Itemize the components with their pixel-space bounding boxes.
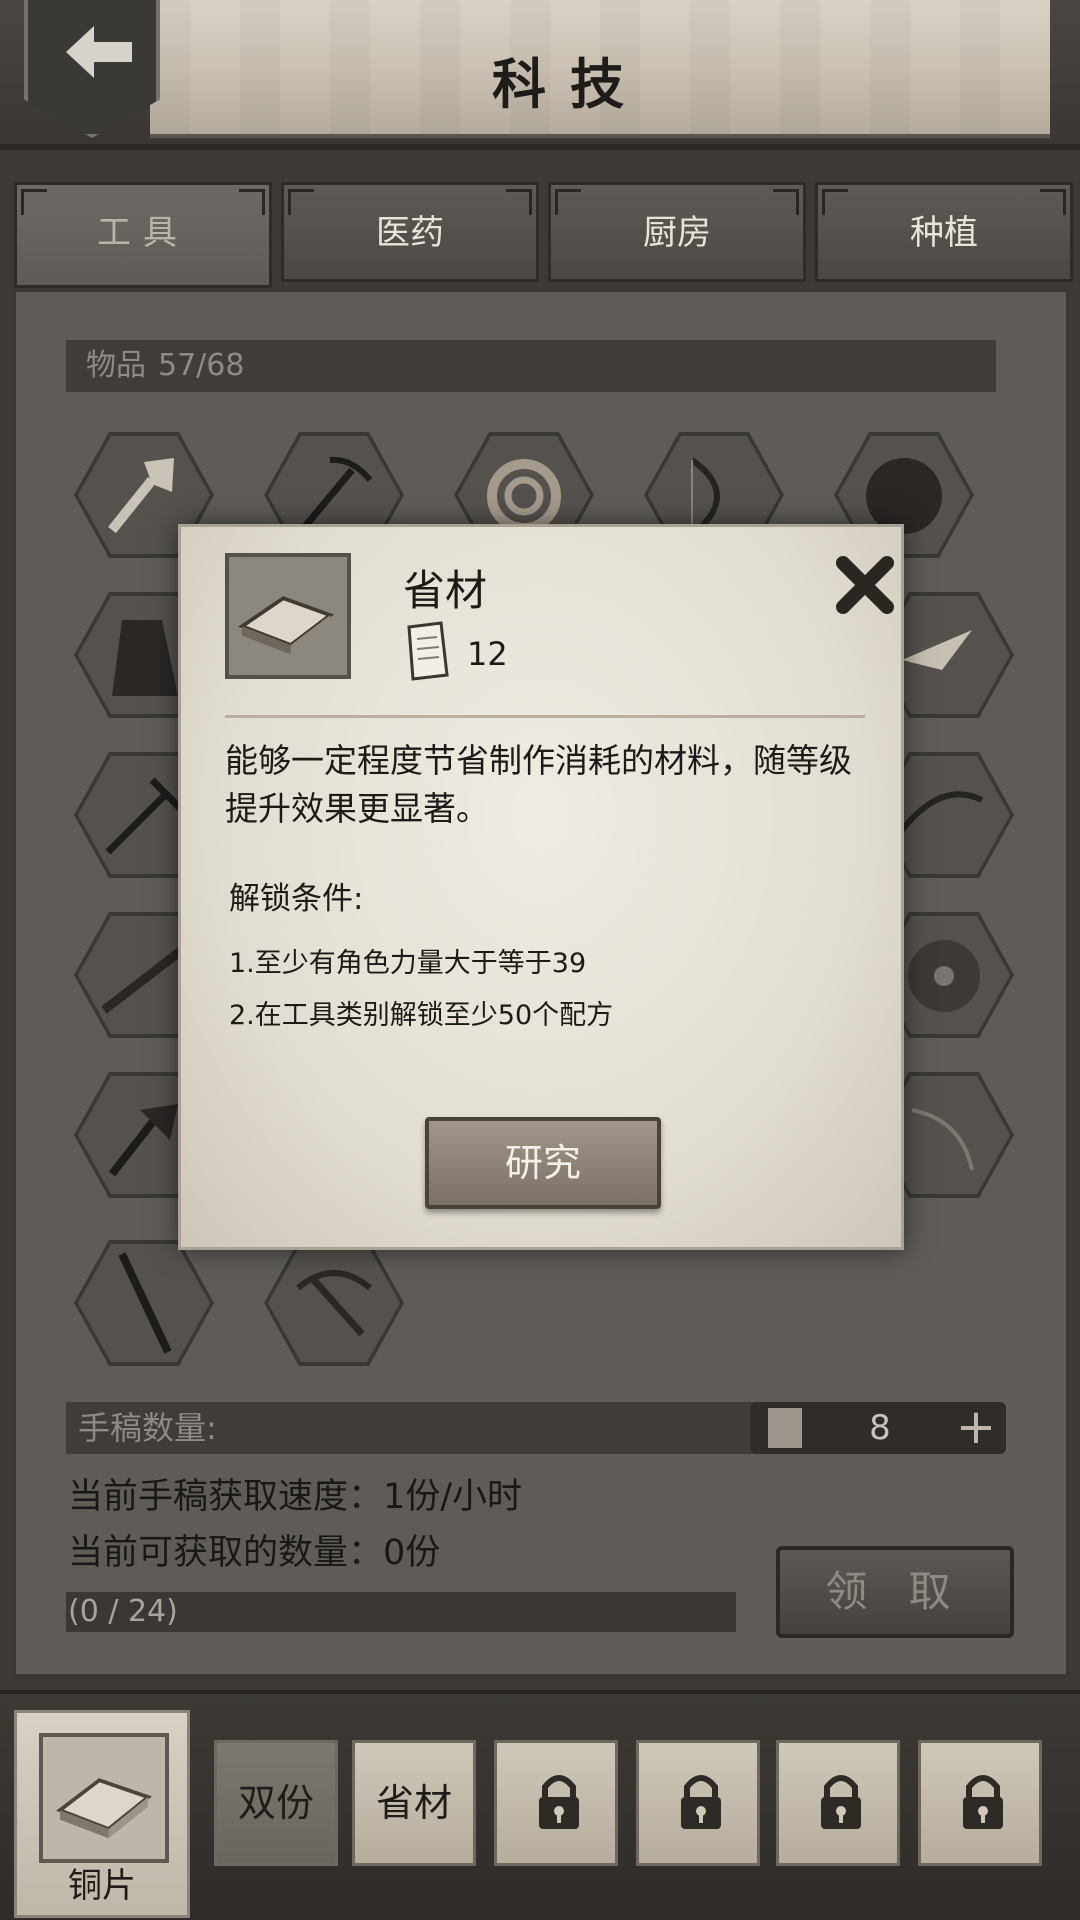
manuscript-icon	[407, 621, 449, 681]
tab-medicine[interactable]: 医药	[281, 182, 539, 282]
copper-plate-icon	[225, 553, 351, 679]
manuscript-bar: 手稿数量:	[66, 1402, 766, 1454]
slot-double-label: 双份	[237, 1781, 314, 1825]
slot-save-material[interactable]: 省材	[352, 1740, 476, 1866]
slot-locked-4[interactable]	[918, 1740, 1042, 1866]
back-button[interactable]	[24, 0, 160, 138]
lock-icon	[963, 1775, 1003, 1829]
unlock-condition-2: 2.在工具类别解锁至少50个配方	[229, 1000, 614, 1031]
dialog-title: 省材	[403, 566, 488, 615]
items-label: 物品	[86, 348, 146, 383]
tech-detail-dialog: 省材 12 能够一定程度节省制作消耗的材料，随等级提升效果更显著。 解锁条件: …	[178, 524, 904, 1250]
dialog-cost: 12	[467, 635, 508, 673]
slot-save-material-label: 省材	[375, 1781, 452, 1825]
slot-locked-1[interactable]	[494, 1740, 618, 1866]
available-line: 当前可获取的数量：0份	[68, 1533, 441, 1573]
unlock-condition-1: 1.至少有角色力量大于等于39	[229, 948, 587, 979]
unlock-conditions-title: 解锁条件:	[229, 881, 364, 917]
dialog-divider	[225, 715, 865, 718]
items-count: 57/68	[158, 348, 245, 383]
slot-double[interactable]: 双份	[214, 1740, 338, 1866]
slot-locked-2[interactable]	[636, 1740, 760, 1866]
lock-icon	[821, 1775, 861, 1829]
tech-item-crossbow[interactable]	[264, 1240, 404, 1366]
claim-button[interactable]: 领 取	[776, 1546, 1014, 1638]
crossbow-icon	[296, 1270, 372, 1337]
tab-planting-label: 种植	[910, 213, 978, 253]
tab-kitchen-label: 厨房	[643, 213, 711, 253]
lock-icon	[539, 1775, 579, 1829]
lock-icon	[681, 1775, 721, 1829]
manuscript-doc-icon	[768, 1408, 802, 1448]
manuscript-counter: 8 +	[750, 1402, 1006, 1454]
main-slot-copper[interactable]: 铜片	[14, 1710, 190, 1918]
manuscript-count: 8	[869, 1408, 891, 1448]
add-manuscript-button[interactable]: +	[954, 1403, 998, 1451]
items-count-bar: 物品 57/68	[66, 340, 996, 392]
header: 科技	[0, 0, 1080, 150]
spear-icon	[118, 1252, 172, 1354]
tab-kitchen[interactable]: 厨房	[548, 182, 806, 282]
tech-item-spear[interactable]	[74, 1240, 214, 1366]
rate-line: 当前手稿获取速度：1份/小时	[68, 1477, 523, 1517]
page-title: 科技	[492, 53, 648, 116]
tab-planting[interactable]: 种植	[815, 182, 1073, 282]
dialog-description: 能够一定程度节省制作消耗的材料，随等级提升效果更显著。	[225, 741, 852, 828]
tab-medicine-label: 医药	[376, 213, 444, 253]
slot-locked-3[interactable]	[776, 1740, 900, 1866]
progress-bar: (0 / 24)	[66, 1592, 736, 1632]
back-arrow-icon	[66, 26, 132, 78]
bottom-bar: 铜片 双份 省材	[0, 1690, 1080, 1920]
main-slot-label: 铜片	[68, 1866, 136, 1906]
tab-tools[interactable]: 工具	[14, 182, 272, 288]
copper-plate-icon	[39, 1733, 169, 1863]
tab-tools-label: 工具	[97, 213, 189, 253]
research-button[interactable]: 研究	[425, 1117, 661, 1209]
close-icon[interactable]	[829, 549, 901, 621]
